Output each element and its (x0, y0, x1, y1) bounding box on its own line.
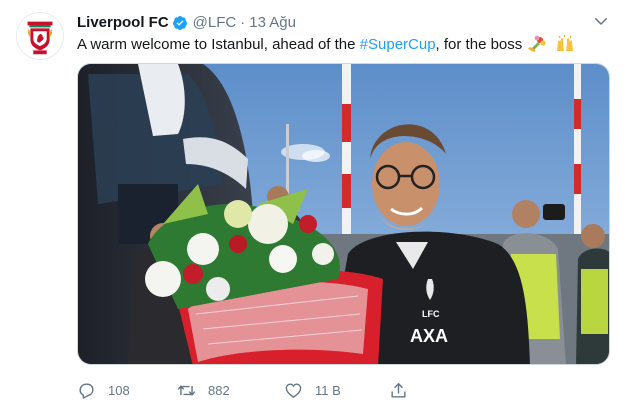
photo-image: LFC AXA (78, 64, 609, 364)
retweet-icon (177, 381, 196, 400)
tweet-photo[interactable]: LFC AXA (77, 63, 610, 365)
heart-icon (284, 381, 303, 400)
like-count: 11 B (315, 382, 341, 398)
verified-badge-icon (172, 15, 188, 31)
bouquet-emoji-icon (528, 34, 548, 52)
separator-dot: · (240, 14, 246, 31)
share-button[interactable] (389, 378, 408, 402)
like-button[interactable]: 11 B (284, 378, 341, 402)
kit-badge-text: LFC (422, 309, 440, 319)
tweet-text-part: A warm welcome to Istanbul, ahead of the (77, 36, 360, 53)
raising-hands-emoji-icon (555, 34, 575, 52)
chevron-down-icon[interactable] (592, 12, 610, 30)
tweet-card[interactable]: Liverpool FC @LFC · 13 Ağu A warm welcom… (0, 0, 626, 412)
reply-button[interactable]: 108 (77, 378, 130, 402)
liverpool-crest-icon (17, 13, 63, 59)
retweet-count: 882 (208, 382, 230, 398)
tweet-text-part: , for the boss (435, 36, 523, 53)
sponsor-text: AXA (410, 326, 448, 346)
reply-icon (77, 381, 96, 400)
tweet-date[interactable]: 13 Ağu (249, 13, 296, 33)
reply-count: 108 (108, 382, 130, 398)
tweet-header: Liverpool FC @LFC · 13 Ağu (77, 12, 296, 34)
author-handle[interactable]: @LFC (193, 13, 237, 33)
tweet-text: A warm welcome to Istanbul, ahead of the… (77, 34, 609, 56)
hashtag-link[interactable]: #SuperCup (360, 36, 436, 53)
author-name[interactable]: Liverpool FC (77, 13, 169, 33)
retweet-button[interactable]: 882 (177, 378, 230, 402)
share-icon (389, 381, 408, 400)
avatar[interactable] (16, 12, 64, 60)
tweet-actions: 108 882 11 B (77, 378, 477, 402)
